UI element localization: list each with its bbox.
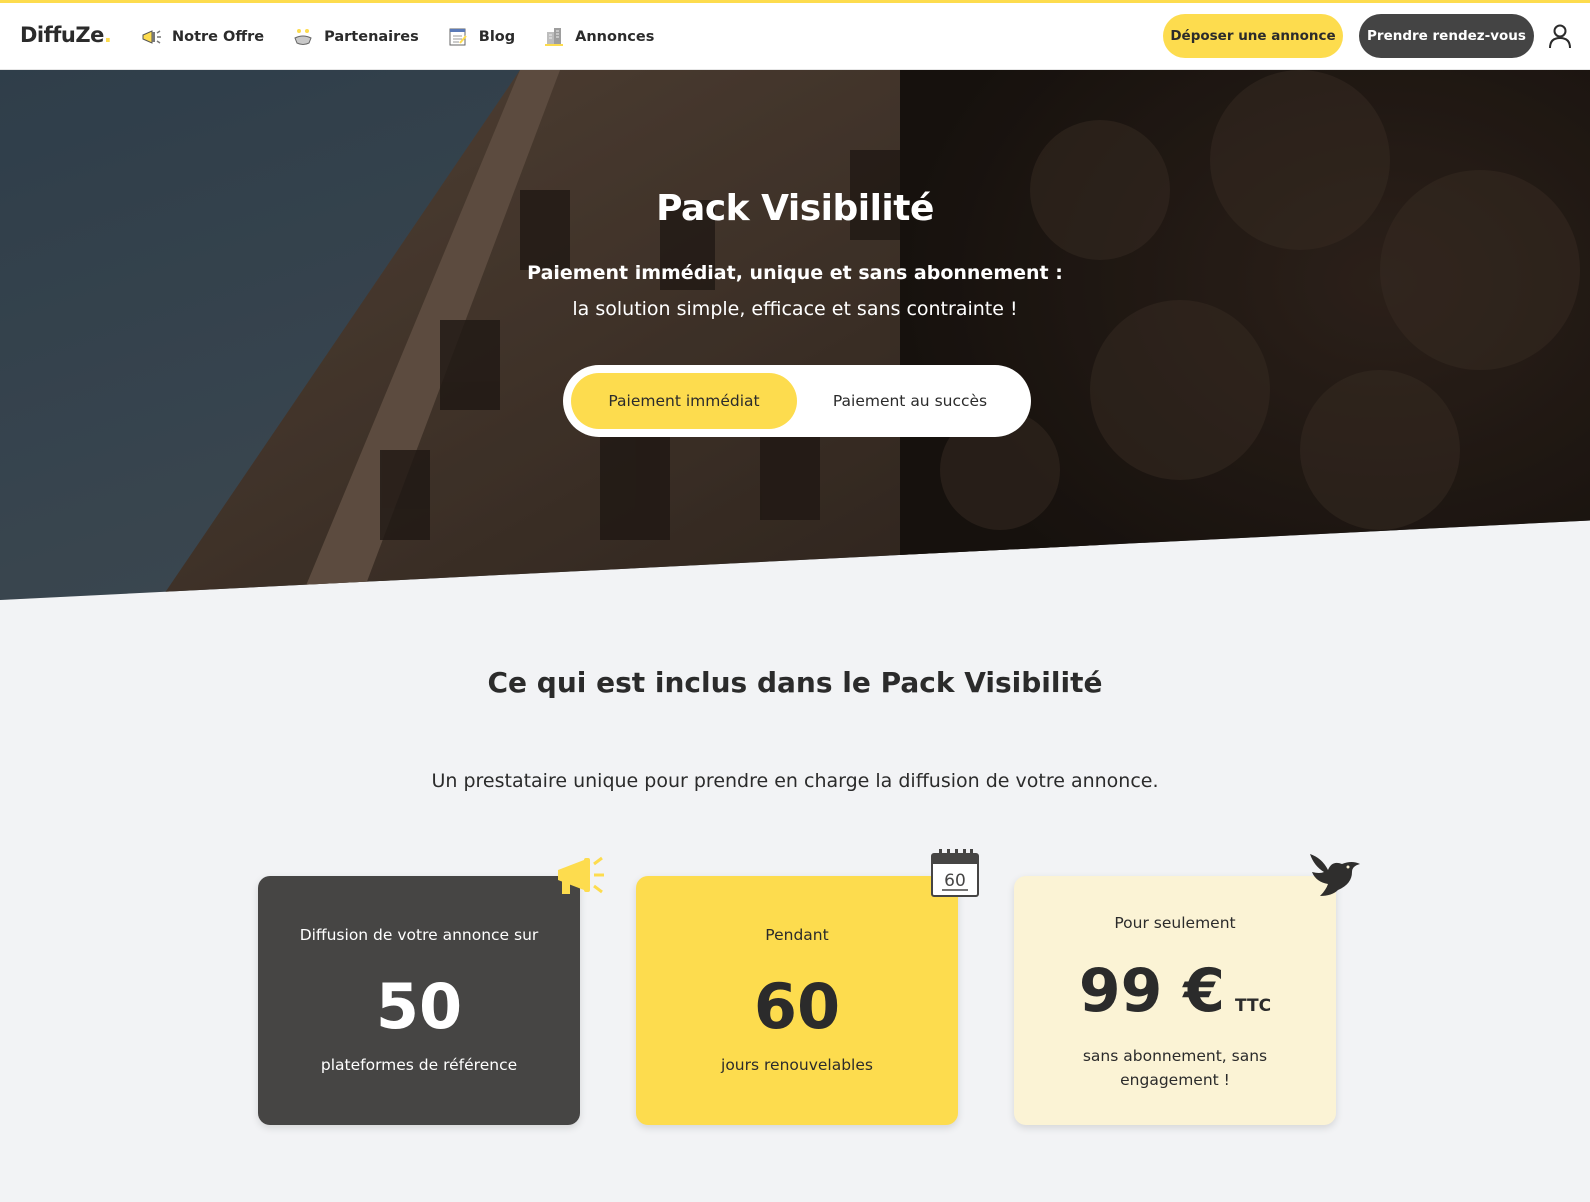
notepad-icon	[447, 26, 469, 48]
hero-background-image	[0, 70, 1590, 600]
hero-title: Pack Visibilité	[656, 188, 934, 229]
card-top-text: Diffusion de votre annonce sur	[299, 926, 539, 944]
card-platforms: Diffusion de votre annonce sur 50 platef…	[258, 876, 580, 1125]
toggle-immediate-payment[interactable]: Paiement immédiat	[571, 373, 797, 429]
card-bottom-text: plateformes de référence	[320, 1056, 518, 1074]
nav-link-blog[interactable]: Blog	[447, 26, 515, 48]
nav-link-partenaires[interactable]: Partenaires	[292, 26, 419, 48]
card-bottom-text: sans abonnement, sans engagement !	[1082, 1047, 1268, 1089]
card-value: 60	[753, 970, 841, 1043]
logo[interactable]: DiffuZe.	[20, 23, 112, 47]
card-duration: Pendant 60 jours renouvelables	[636, 876, 958, 1125]
card-bottom-text: jours renouvelables	[721, 1056, 873, 1074]
toggle-success-payment[interactable]: Paiement au succès	[797, 373, 1023, 429]
calendar-icon: 60	[930, 848, 980, 902]
appointment-button[interactable]: Prendre rendez-vous	[1359, 14, 1534, 58]
nav-link-annonces[interactable]: Annonces	[543, 26, 654, 48]
card-value: 50	[375, 970, 463, 1043]
buildings-icon	[543, 26, 565, 48]
svg-text:60: 60	[944, 871, 966, 891]
nav-links: Notre Offre Partenaires Blog Annonces	[140, 3, 682, 70]
deposit-ad-button[interactable]: Déposer une annonce	[1163, 14, 1343, 58]
megaphone-icon	[554, 854, 606, 904]
price-unit: TTC	[1235, 996, 1272, 1016]
hero-banner: Pack Visibilité Paiement immédiat, uniqu…	[0, 70, 1590, 600]
section-subtitle: Un prestataire unique pour prendre en ch…	[431, 770, 1159, 792]
dove-icon	[1308, 850, 1362, 902]
payment-toggle: Paiement immédiat Paiement au succès	[563, 365, 1031, 437]
hero-subtitle-bold: Paiement immédiat, unique et sans abonne…	[527, 262, 1063, 284]
top-navbar: DiffuZe. Notre Offre Partenaires Blog An…	[0, 3, 1590, 70]
card-price: Pour seulement 99 € TTC sans abonnement, …	[1014, 876, 1336, 1125]
user-icon[interactable]	[1547, 23, 1573, 49]
card-value: 99 € TTC	[1078, 956, 1272, 1026]
card-top-text: Pour seulement	[1114, 914, 1236, 932]
card-top-text: Pendant	[765, 926, 829, 944]
megaphone-icon	[140, 26, 162, 48]
hero-subtitle: la solution simple, efficace et sans con…	[572, 298, 1018, 320]
section-title: Ce qui est inclus dans le Pack Visibilit…	[487, 666, 1103, 699]
handshake-icon	[292, 26, 314, 48]
nav-link-notre-offre[interactable]: Notre Offre	[140, 26, 264, 48]
